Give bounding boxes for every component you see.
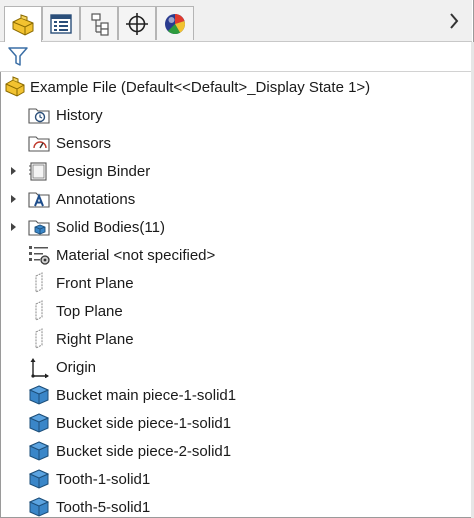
tree-item-label: Right Plane [56,330,134,348]
sensors-folder-icon [28,136,50,152]
expand-arrow-icon[interactable] [8,222,18,232]
tree-item-label: Sensors [56,134,112,152]
plane-icon [35,328,43,349]
plane-icon [35,300,43,321]
tree-item-label: Design Binder [56,162,151,180]
solid-body-icon [28,469,50,489]
tree-item-label: Tooth-1-solid1 [56,470,151,488]
tree-filter-bar [0,42,472,72]
tree-item-label: Front Plane [56,274,134,292]
expand-arrow-icon[interactable] [8,194,18,204]
tree-item-history[interactable]: History [0,101,472,129]
tree-root-label: Example File (Default<<Default>_Display … [30,78,371,96]
design-binder-icon [29,162,47,181]
tree-item-annotations[interactable]: Annotations [0,185,472,213]
more-tabs-button[interactable] [444,10,464,32]
solid-bodies-folder-icon [28,220,50,236]
tree-item-label: Bucket main piece-1-solid1 [56,386,237,404]
plane-icon [35,272,43,293]
part-icon [5,76,25,97]
tree-root-part[interactable]: Example File (Default<<Default>_Display … [4,73,370,101]
tree-item-label: Annotations [56,190,136,208]
crosshair-icon [126,12,148,35]
annotations-folder-icon [28,192,50,208]
tree-item-solid-bodies[interactable]: Solid Bodies(11) [0,213,472,241]
tree-item-label: History [56,106,103,124]
tab-display-manager[interactable] [156,6,194,40]
filter-icon [8,47,28,66]
chevron-right-icon [450,13,459,29]
tab-feature-manager[interactable] [4,6,42,42]
filter-button[interactable] [6,46,30,68]
tree-item-label: Tooth-5-solid1 [56,498,151,516]
part-icon [12,13,34,36]
tree-item-label: Top Plane [56,302,123,320]
solid-body-icon [28,497,50,517]
tab-configuration-manager[interactable] [80,6,118,40]
tree-item-origin[interactable]: Origin [0,353,472,381]
configuration-tree-icon [91,12,109,36]
tree-item-top-plane[interactable]: Top Plane [0,297,472,325]
tree-item-label: Material <not specified> [56,246,216,264]
tree-item-label: Bucket side piece-2-solid1 [56,442,232,460]
color-sphere-icon [165,13,185,34]
tree-item-solid-body[interactable]: Bucket side piece-1-solid1 [0,409,472,437]
tree-item-material[interactable]: Material <not specified> [0,241,472,269]
tree-item-front-plane[interactable]: Front Plane [0,269,472,297]
tree-item-label: Origin [56,358,97,376]
solid-body-icon [28,441,50,461]
tree-item-label: Bucket side piece-1-solid1 [56,414,232,432]
property-list-icon [50,13,72,34]
material-icon [29,246,50,265]
origin-icon [30,358,49,378]
tree-item-right-plane[interactable]: Right Plane [0,325,472,353]
solid-body-icon [28,413,50,433]
tree-item-solid-body[interactable]: Tooth-5-solid1 [0,493,472,518]
tree-item-solid-body[interactable]: Bucket main piece-1-solid1 [0,381,472,409]
tree-item-label: Solid Bodies(11) [56,218,165,236]
expand-arrow-icon[interactable] [8,166,18,176]
history-folder-icon [28,108,50,124]
tree-item-design-binder[interactable]: Design Binder [0,157,472,185]
solid-body-icon [28,385,50,405]
tree-item-solid-body[interactable]: Bucket side piece-2-solid1 [0,437,472,465]
tree-item-solid-body[interactable]: Tooth-1-solid1 [0,465,472,493]
manager-tab-bar [0,0,472,42]
tab-dimxpert-manager[interactable] [118,6,156,40]
tree-item-sensors[interactable]: Sensors [0,129,472,157]
tab-property-manager[interactable] [42,6,80,40]
